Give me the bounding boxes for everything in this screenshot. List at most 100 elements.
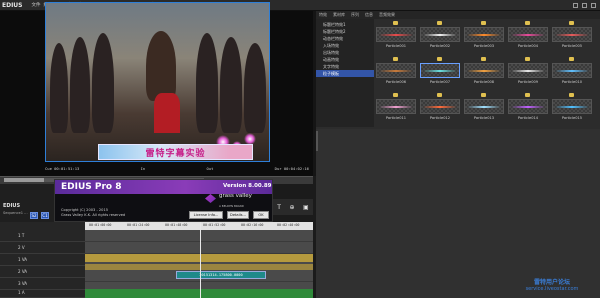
particle-label: Particle013 <box>473 116 495 120</box>
folder-icon <box>481 57 486 61</box>
playhead[interactable] <box>200 222 201 298</box>
tab-bin[interactable]: 素材库 <box>333 12 345 18</box>
track-header[interactable]: 1 A <box>0 288 85 298</box>
tab-sequence[interactable]: 序列 <box>351 12 359 18</box>
particle-preview <box>379 70 413 72</box>
tab-audio-effects[interactable]: 音频效果 <box>379 12 395 18</box>
close-icon[interactable] <box>591 2 596 8</box>
c1-button[interactable]: C1 <box>41 212 49 219</box>
particle-thumbnail[interactable] <box>508 99 548 114</box>
particle-thumbnail[interactable] <box>376 63 416 78</box>
dancer-dress <box>154 93 180 133</box>
particle-label: Particle015 <box>561 116 583 120</box>
tree-item[interactable]: 动态栏特效 <box>316 35 374 42</box>
brand-name: grass valley <box>219 193 252 199</box>
preview-video[interactable] <box>45 2 270 162</box>
title-tool-icon[interactable]: T <box>277 204 281 211</box>
tree-item[interactable]: 出场特效 <box>316 49 374 56</box>
track-header[interactable]: 1 T <box>0 230 85 242</box>
track-header[interactable]: 2 V <box>0 242 85 254</box>
timeline-tracks[interactable] <box>85 230 313 298</box>
license-info-button[interactable]: License Info... <box>189 211 223 219</box>
timeline-toolbar: T ⊕ ▣ <box>273 199 313 215</box>
tree-item[interactable]: 入场特效 <box>316 42 374 49</box>
timeline-ruler[interactable]: 00:01:00:00 00:01:24:00 00:01:48:00 00:0… <box>85 222 313 230</box>
details-button[interactable]: Details... <box>227 211 249 219</box>
background-figure <box>196 33 218 133</box>
product-title: EDIUS Pro 8 <box>61 182 122 192</box>
particle-thumbnail[interactable] <box>508 27 548 42</box>
watermark-title: 雷特用户论坛 <box>533 279 570 286</box>
grass-valley-logo-icon <box>205 194 216 203</box>
particle-thumbnail[interactable] <box>420 99 460 114</box>
particle-thumbnail[interactable] <box>464 27 504 42</box>
cue-timecode: Cue 00:01:51:13 <box>45 166 80 171</box>
ruler-label: 00:01:52:00 <box>203 223 226 227</box>
particle-label: Particle002 <box>429 44 451 48</box>
particle-label: Particle003 <box>473 44 495 48</box>
tab-effects[interactable]: 特效 <box>319 12 327 18</box>
track-row <box>85 230 313 242</box>
background-figure <box>220 37 242 133</box>
particle-preview <box>555 70 589 72</box>
track-header[interactable]: 1 VA <box>0 254 85 266</box>
menu-file[interactable]: 文件 <box>32 2 41 8</box>
particle-label: Particle008 <box>473 80 495 84</box>
tree-item-selected[interactable]: 粒子模板 <box>316 70 374 77</box>
particle-thumbnail[interactable] <box>508 63 548 78</box>
ok-button[interactable]: OK <box>253 211 269 219</box>
maximize-icon[interactable] <box>582 2 587 8</box>
particle-preview <box>467 106 501 108</box>
particle-thumbnail[interactable] <box>376 27 416 42</box>
effects-lower-area <box>316 129 600 298</box>
particle-preview <box>555 34 589 36</box>
track-header[interactable]: 2 VA <box>0 266 85 278</box>
tree-item[interactable]: 标题栏特效1 <box>316 21 374 28</box>
title-clip[interactable]: 20151314-175800-0000 <box>176 271 266 279</box>
particle-thumbnail[interactable] <box>376 99 416 114</box>
particle-label: Particle007 <box>429 80 451 84</box>
particle-label: Particle006 <box>385 80 407 84</box>
minimize-icon[interactable] <box>573 2 578 8</box>
background-figure <box>244 43 266 133</box>
app-logo: EDIUS <box>2 1 23 9</box>
duration-timecode: Dur 00:04:02:16 <box>274 166 309 171</box>
background-figure <box>92 33 114 133</box>
track-headers: 1 T 2 V 1 VA 2 VA 3 VA 1 A <box>0 222 85 298</box>
particle-thumbnail[interactable] <box>464 99 504 114</box>
particle-preview <box>511 70 545 72</box>
tree-item[interactable]: 文字特效 <box>316 63 374 70</box>
sequence-name: Sequence1 ... <box>3 211 28 215</box>
watermark: 雷特用户论坛 service.liveostar.com <box>506 277 598 292</box>
tab-info[interactable]: 信息 <box>365 12 373 18</box>
particle-thumbnail[interactable] <box>552 63 592 78</box>
particle-preview <box>423 70 457 72</box>
folder-icon <box>525 21 530 25</box>
particle-preview <box>467 70 501 72</box>
tree-item[interactable]: 标题栏特效2 <box>316 28 374 35</box>
folder-icon <box>525 57 530 61</box>
effects-tree: 标题栏特效1 标题栏特效2 动态栏特效 入场特效 出场特效 动画特效 文字特效 … <box>316 19 374 127</box>
resize-handle[interactable] <box>316 131 318 151</box>
ruler-label: 00:02:40:00 <box>277 223 300 227</box>
window-controls <box>573 2 600 8</box>
particle-preview <box>379 106 413 108</box>
position-fill <box>4 178 44 182</box>
monitor-icon[interactable]: ▣ <box>303 204 309 211</box>
particle-label: Particle014 <box>517 116 539 120</box>
particle-thumbnail[interactable] <box>420 27 460 42</box>
particle-label: Particle010 <box>561 80 583 84</box>
folder-icon <box>569 21 574 25</box>
particle-label: Particle009 <box>517 80 539 84</box>
particle-thumbnail[interactable] <box>464 63 504 78</box>
folder-icon <box>437 93 442 97</box>
video-clip[interactable] <box>85 254 313 262</box>
s2-button[interactable]: S2 <box>30 212 38 219</box>
particle-thumbnail[interactable] <box>552 99 592 114</box>
tree-item[interactable]: 动画特效 <box>316 56 374 63</box>
particle-thumbnail[interactable] <box>420 63 460 78</box>
zoom-icon[interactable]: ⊕ <box>289 204 294 211</box>
particle-preview <box>423 34 457 36</box>
particle-thumbnail[interactable] <box>552 27 592 42</box>
audio-track-clip[interactable] <box>85 289 313 298</box>
